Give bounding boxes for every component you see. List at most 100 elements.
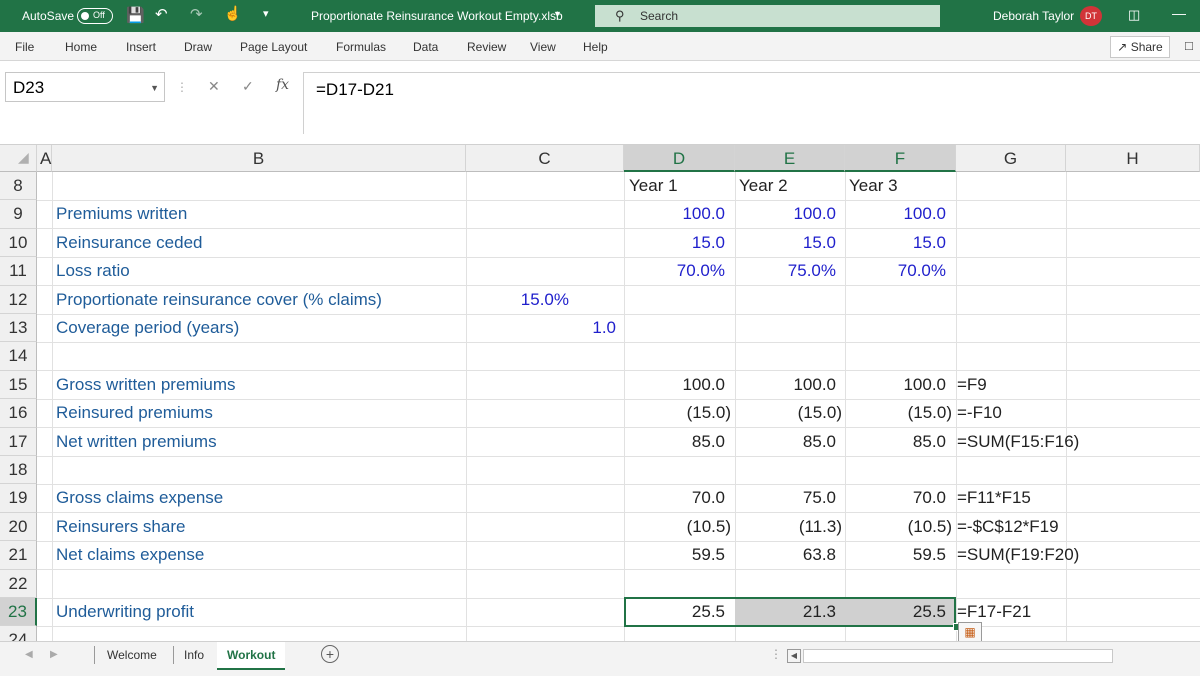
- cell-g15[interactable]: =F9: [957, 371, 987, 399]
- col-header-d[interactable]: D: [624, 145, 735, 172]
- cell-b23[interactable]: Underwriting profit: [56, 598, 194, 626]
- cell-b12[interactable]: Proportionate reinsurance cover (% claim…: [56, 286, 382, 314]
- cell-e8[interactable]: Year 2: [739, 172, 788, 200]
- row-header-24[interactable]: 24: [0, 626, 37, 641]
- user-name[interactable]: Deborah Taylor: [993, 9, 1074, 23]
- cancel-icon[interactable]: ✕: [208, 78, 220, 95]
- sheet-tab-welcome[interactable]: Welcome: [97, 642, 167, 668]
- cell-e19[interactable]: 75.0: [735, 484, 836, 512]
- row-header-14[interactable]: 14: [0, 342, 37, 371]
- row-header-18[interactable]: 18: [0, 456, 37, 485]
- row-header-13[interactable]: 13: [0, 314, 37, 343]
- row-header-10[interactable]: 10: [0, 228, 37, 258]
- cell-f9[interactable]: 100.0: [845, 200, 946, 228]
- cell-c13[interactable]: 1.0: [466, 314, 616, 342]
- tab-formulas[interactable]: Formulas: [336, 40, 386, 54]
- row-header-20[interactable]: 20: [0, 512, 37, 542]
- cell-d8[interactable]: Year 1: [629, 172, 678, 200]
- tab-data[interactable]: Data: [413, 40, 438, 54]
- name-box[interactable]: D23 ▼: [5, 72, 165, 102]
- col-header-h[interactable]: H: [1066, 145, 1200, 172]
- more-options-icon[interactable]: ⋮: [176, 80, 188, 94]
- cell-e11[interactable]: 75.0%: [735, 257, 836, 285]
- cell-g19[interactable]: =F11*F15: [957, 484, 1031, 512]
- cell-d15[interactable]: 100.0: [624, 371, 725, 399]
- cell-e20[interactable]: (11.3): [735, 513, 842, 541]
- cell-d10[interactable]: 15.0: [624, 229, 725, 257]
- cell-d9[interactable]: 100.0: [624, 200, 725, 228]
- scroll-left-icon[interactable]: ◀: [787, 649, 801, 663]
- touch-mode-icon[interactable]: ☝: [224, 5, 241, 22]
- cell-b13[interactable]: Coverage period (years): [56, 314, 239, 342]
- cell-e10[interactable]: 15.0: [735, 229, 836, 257]
- chevron-down-icon[interactable]: ▼: [150, 73, 159, 103]
- cell-b21[interactable]: Net claims expense: [56, 541, 204, 569]
- cell-f10[interactable]: 15.0: [845, 229, 946, 257]
- horizontal-scrollbar[interactable]: [803, 649, 1113, 663]
- file-name[interactable]: Proportionate Reinsurance Workout Empty.…: [311, 9, 563, 23]
- tab-draw[interactable]: Draw: [184, 40, 212, 54]
- row-header-16[interactable]: 16: [0, 399, 37, 428]
- cell-d11[interactable]: 70.0%: [624, 257, 725, 285]
- col-header-c[interactable]: C: [466, 145, 624, 172]
- select-all-corner[interactable]: ◢: [0, 145, 37, 172]
- cell-f17[interactable]: 85.0: [845, 428, 946, 456]
- formula-input[interactable]: =D17-D21: [303, 72, 1200, 134]
- tab-review[interactable]: Review: [467, 40, 506, 54]
- comments-icon[interactable]: □: [1185, 38, 1193, 53]
- col-header-g[interactable]: G: [956, 145, 1066, 172]
- tab-help[interactable]: Help: [583, 40, 608, 54]
- cell-b15[interactable]: Gross written premiums: [56, 371, 235, 399]
- row-header-8[interactable]: 8: [0, 172, 37, 201]
- cell-g17[interactable]: =SUM(F15:F16): [957, 428, 1079, 456]
- cell-d20[interactable]: (10.5): [624, 513, 731, 541]
- col-header-e[interactable]: E: [735, 145, 845, 172]
- cell-f16[interactable]: (15.0): [845, 399, 952, 427]
- cell-f11[interactable]: 70.0%: [845, 257, 946, 285]
- row-header-22[interactable]: 22: [0, 569, 37, 598]
- avatar[interactable]: DT: [1080, 6, 1102, 26]
- cell-f15[interactable]: 100.0: [845, 371, 946, 399]
- cell-f21[interactable]: 59.5: [845, 541, 946, 569]
- search-box[interactable]: ⚲ Search: [595, 5, 940, 27]
- row-header-9[interactable]: 9: [0, 200, 37, 229]
- cell-b9[interactable]: Premiums written: [56, 200, 187, 228]
- cell-d16[interactable]: (15.0): [624, 399, 731, 427]
- share-button[interactable]: ↗ Share: [1110, 36, 1170, 58]
- cell-f8[interactable]: Year 3: [849, 172, 898, 200]
- cell-c12[interactable]: 15.0%: [466, 286, 569, 314]
- insert-function-icon[interactable]: fx: [276, 77, 289, 93]
- row-header-11[interactable]: 11: [0, 257, 37, 286]
- cell-b19[interactable]: Gross claims expense: [56, 484, 223, 512]
- chevron-down-icon[interactable]: ▼: [553, 9, 562, 19]
- col-header-f[interactable]: F: [845, 145, 956, 172]
- cell-d17[interactable]: 85.0: [624, 428, 725, 456]
- row-header-19[interactable]: 19: [0, 484, 37, 513]
- cell-b16[interactable]: Reinsured premiums: [56, 399, 213, 427]
- tab-page-layout[interactable]: Page Layout: [240, 40, 307, 54]
- cell-b10[interactable]: Reinsurance ceded: [56, 229, 202, 257]
- cell-g16[interactable]: =-F10: [957, 399, 1002, 427]
- row-header-21[interactable]: 21: [0, 541, 37, 570]
- tab-home[interactable]: Home: [65, 40, 97, 54]
- cell-d21[interactable]: 59.5: [624, 541, 725, 569]
- cell-e21[interactable]: 63.8: [735, 541, 836, 569]
- more-options-icon[interactable]: ⋮: [770, 647, 782, 661]
- cell-f19[interactable]: 70.0: [845, 484, 946, 512]
- worksheet-grid[interactable]: ◢ A B C D E F G H 8 9 10 11 12 13 14 15 …: [0, 145, 1200, 641]
- cell-b11[interactable]: Loss ratio: [56, 257, 130, 285]
- col-header-b[interactable]: B: [52, 145, 466, 172]
- prev-sheet-icon[interactable]: ◀: [25, 649, 33, 660]
- undo-icon[interactable]: ↶: [155, 5, 168, 23]
- save-icon[interactable]: 💾: [126, 6, 145, 24]
- row-header-15[interactable]: 15: [0, 370, 37, 400]
- sheet-tab-info[interactable]: Info: [174, 642, 214, 668]
- cell-b17[interactable]: Net written premiums: [56, 428, 217, 456]
- cell-g20[interactable]: =-$C$12*F19: [957, 513, 1059, 541]
- cell-e9[interactable]: 100.0: [735, 200, 836, 228]
- minimize-icon[interactable]: —: [1172, 5, 1186, 21]
- cell-g21[interactable]: =SUM(F19:F20): [957, 541, 1079, 569]
- tab-view[interactable]: View: [530, 40, 556, 54]
- cell-d19[interactable]: 70.0: [624, 484, 725, 512]
- ribbon-display-icon[interactable]: ◫: [1128, 7, 1140, 23]
